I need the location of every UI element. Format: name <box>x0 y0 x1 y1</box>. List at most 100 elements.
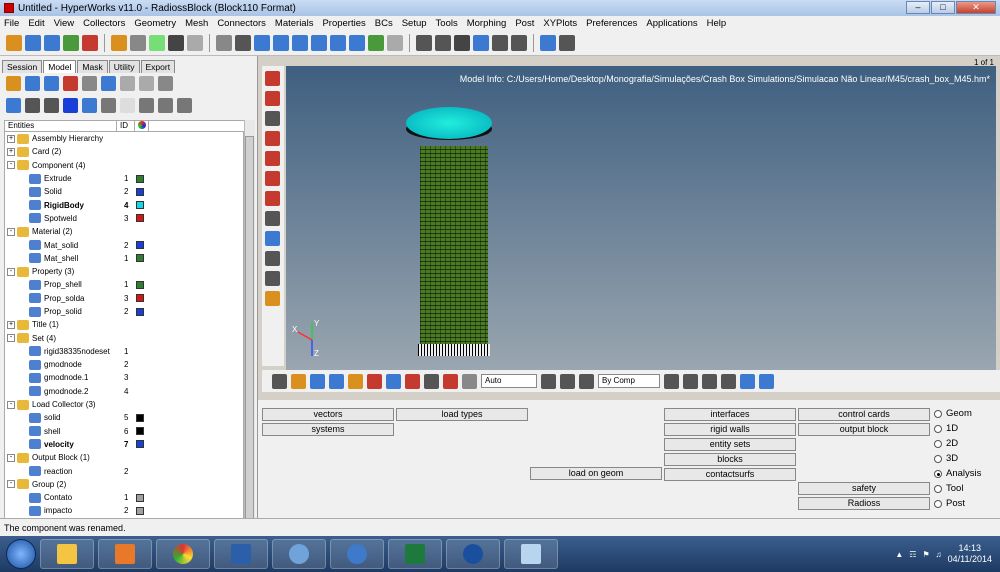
browser-tool-icon[interactable] <box>101 98 116 113</box>
toolbar-tool-icon[interactable] <box>111 34 127 51</box>
toolbar-tool-icon[interactable] <box>149 34 165 51</box>
expand-icon[interactable]: + <box>7 147 15 156</box>
view-tool-icon[interactable] <box>560 373 575 389</box>
collapse-icon[interactable]: - <box>7 227 15 236</box>
radio-1d[interactable]: 1D <box>934 423 958 434</box>
menu-post[interactable]: Post <box>515 18 534 29</box>
rigid-walls-button[interactable]: rigid walls <box>664 423 796 436</box>
radio-analysis[interactable]: Analysis <box>934 468 981 479</box>
color-swatch[interactable] <box>136 241 144 250</box>
id-column-header[interactable]: ID <box>117 121 135 131</box>
browser-tool-icon[interactable] <box>139 76 154 91</box>
tree-folder[interactable]: + Card (2) <box>5 145 243 158</box>
toolbar-tool-icon[interactable] <box>368 34 384 51</box>
color-swatch[interactable] <box>136 413 144 422</box>
tree-item[interactable]: Prop_shell 1 <box>5 278 243 291</box>
tab-utility[interactable]: Utility <box>108 60 140 73</box>
collapse-icon[interactable]: - <box>7 480 15 489</box>
task-notepad[interactable] <box>504 539 558 569</box>
browser-tool-icon[interactable] <box>63 98 78 113</box>
color-swatch[interactable] <box>136 427 144 436</box>
color-swatch[interactable] <box>136 307 144 316</box>
radio-circle[interactable] <box>934 499 942 508</box>
tab-export[interactable]: Export <box>140 60 176 73</box>
browser-tool-icon[interactable] <box>158 98 173 113</box>
toolbar-tool-icon[interactable] <box>273 34 289 51</box>
menu-connectors[interactable]: Connectors <box>217 18 266 29</box>
color-swatch[interactable] <box>136 254 144 263</box>
visualization-tool-icon[interactable] <box>265 231 280 246</box>
browser-tool-icon[interactable] <box>63 76 78 91</box>
tree-item[interactable]: Spotweld 3 <box>5 212 243 225</box>
color-swatch[interactable] <box>136 506 144 515</box>
graphics-viewport[interactable]: Model Info: C:/Users/Home/Desktop/Monogr… <box>286 58 996 370</box>
menu-edit[interactable]: Edit <box>28 18 44 29</box>
view-tool-icon[interactable] <box>443 373 458 389</box>
browser-tool-icon[interactable] <box>25 98 40 113</box>
tree-item[interactable]: Extrude 1 <box>5 172 243 185</box>
control-cards-button[interactable]: control cards <box>798 408 930 421</box>
tree-folder[interactable]: - Material (2) <box>5 225 243 238</box>
browser-tool-icon[interactable] <box>82 98 97 113</box>
output-block-button[interactable]: output block <box>798 423 930 436</box>
view-tool-icon[interactable] <box>664 373 679 389</box>
browser-tool-icon[interactable] <box>44 98 59 113</box>
menu-preferences[interactable]: Preferences <box>586 18 637 29</box>
view-tool-icon[interactable] <box>272 373 287 389</box>
task-excel[interactable] <box>388 539 442 569</box>
menu-tools[interactable]: Tools <box>436 18 458 29</box>
toolbar-tool-icon[interactable] <box>216 34 232 51</box>
toolbar-tool-icon[interactable] <box>416 34 432 51</box>
collapse-icon[interactable]: - <box>7 453 15 462</box>
toolbar-tool-icon[interactable] <box>511 34 527 51</box>
browser-tool-icon[interactable] <box>139 98 154 113</box>
visualization-tool-icon[interactable] <box>265 71 280 86</box>
entity-sets-button[interactable]: entity sets <box>664 438 796 451</box>
tree-item[interactable]: Prop_solid 2 <box>5 305 243 318</box>
clock[interactable]: 14:13 04/11/2014 <box>948 543 992 565</box>
expand-icon[interactable]: + <box>7 134 15 143</box>
browser-tool-icon[interactable] <box>158 76 173 91</box>
interfaces-button[interactable]: interfaces <box>664 408 796 421</box>
task-explorer[interactable] <box>40 539 94 569</box>
radio-circle[interactable] <box>934 424 942 433</box>
visualization-tool-icon[interactable] <box>265 151 280 166</box>
view-tool-icon[interactable] <box>405 373 420 389</box>
radio-geom[interactable]: Geom <box>934 408 972 419</box>
view-tool-icon[interactable] <box>759 373 774 389</box>
tree-folder[interactable]: + Title (1) <box>5 318 243 331</box>
toolbar-tool-icon[interactable] <box>311 34 327 51</box>
tree-item[interactable]: reaction 2 <box>5 464 243 477</box>
radio-post[interactable]: Post <box>934 498 965 509</box>
task-hyperworks[interactable] <box>272 539 326 569</box>
tree-item[interactable]: gmodnode.2 4 <box>5 385 243 398</box>
menu-help[interactable]: Help <box>707 18 727 29</box>
toolbar-tool-icon[interactable] <box>6 34 22 51</box>
tree-folder[interactable]: - Output Block (1) <box>5 451 243 464</box>
contactsurfs-button[interactable]: contactsurfs <box>664 468 796 481</box>
menu-collectors[interactable]: Collectors <box>83 18 125 29</box>
maximize-button[interactable]: □ <box>931 1 955 14</box>
toolbar-tool-icon[interactable] <box>130 34 146 51</box>
color-mode-select[interactable]: By Comp <box>598 374 660 388</box>
load-types-button[interactable]: load types <box>396 408 528 421</box>
toolbar-tool-icon[interactable] <box>63 34 79 51</box>
start-button[interactable] <box>6 539 36 569</box>
color-swatch[interactable] <box>136 294 144 303</box>
task-chrome[interactable] <box>156 539 210 569</box>
menu-applications[interactable]: Applications <box>646 18 697 29</box>
task-browser[interactable] <box>330 539 384 569</box>
tree-folder[interactable]: - Set (4) <box>5 331 243 344</box>
toolbar-tool-icon[interactable] <box>330 34 346 51</box>
menu-mesh[interactable]: Mesh <box>185 18 208 29</box>
view-tool-icon[interactable] <box>462 373 477 389</box>
toolbar-tool-icon[interactable] <box>559 34 575 51</box>
tray-arrow-icon[interactable]: ▲ <box>895 550 903 559</box>
menu-xyplots[interactable]: XYPlots <box>543 18 577 29</box>
view-tool-icon[interactable] <box>291 373 306 389</box>
view-tool-icon[interactable] <box>386 373 401 389</box>
view-tool-icon[interactable] <box>721 373 736 389</box>
visualization-tool-icon[interactable] <box>265 111 280 126</box>
Radioss-button[interactable]: Radioss <box>798 497 930 510</box>
tree-item[interactable]: solid 5 <box>5 411 243 424</box>
